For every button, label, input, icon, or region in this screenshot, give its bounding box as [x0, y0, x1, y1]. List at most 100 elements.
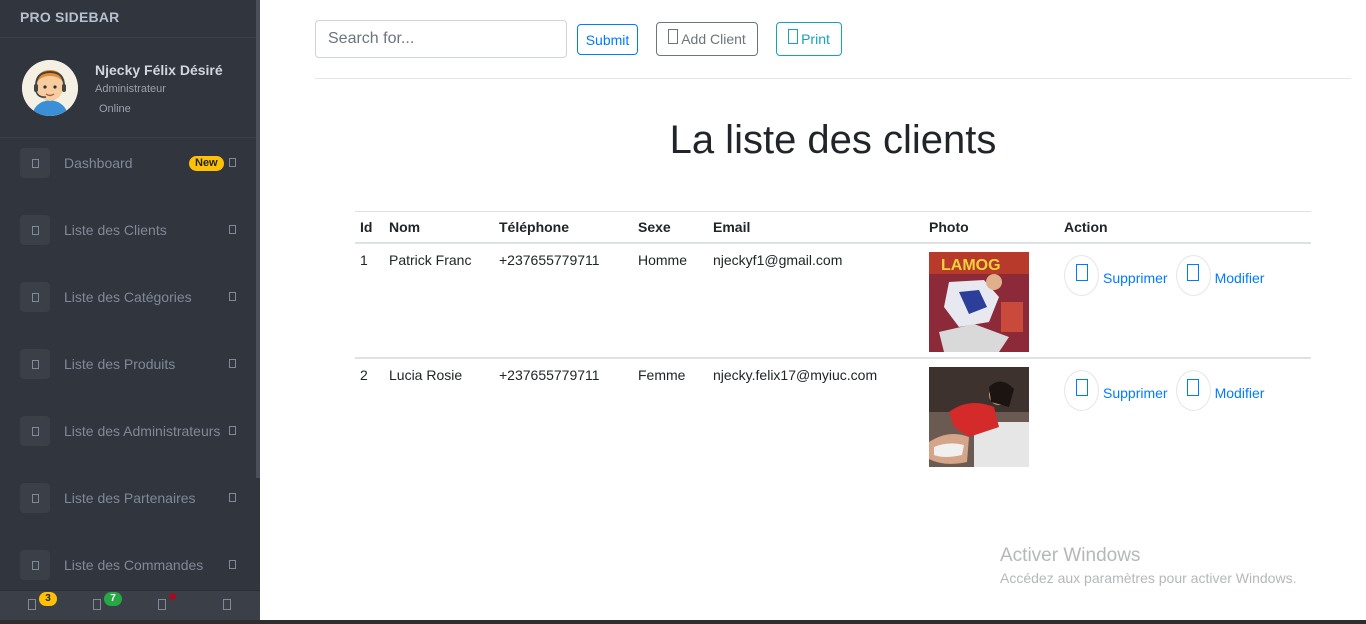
cell-nom: Patrick Franc — [384, 242, 494, 359]
power-icon[interactable] — [223, 599, 231, 610]
cell-email: njecky.felix17@myiuc.com — [713, 366, 878, 383]
gear-icon[interactable] — [158, 599, 166, 610]
trash-icon — [1075, 264, 1088, 281]
delete-link[interactable]: Supprimer — [1103, 385, 1168, 401]
user-profile: Njecky Félix Désiré Administrateur Onlin… — [0, 38, 260, 138]
cell-telephone: +237655779711 — [499, 366, 600, 383]
bell-icon[interactable] — [28, 599, 36, 610]
toolbar-divider — [315, 78, 1351, 79]
column-header-telephone: Téléphone — [494, 211, 633, 244]
delete-icon-button[interactable] — [1064, 369, 1099, 411]
add-client-label: Add Client — [681, 31, 746, 47]
box-icon — [20, 349, 50, 379]
chevron-right-icon — [229, 359, 236, 368]
envelope-icon[interactable] — [93, 599, 101, 610]
edit-icon-button[interactable] — [1175, 369, 1211, 411]
add-client-button[interactable]: Add Client — [656, 22, 758, 56]
submit-button[interactable]: Submit — [577, 24, 638, 55]
page-title: La liste des clients — [669, 118, 997, 162]
sidebar-footer: 3 7 — [0, 590, 260, 620]
cell-telephone: +237655779711 — [494, 242, 633, 359]
print-icon — [788, 29, 799, 44]
app-root: PRO SIDEBAR Njecky Félix Désiré Administ… — [0, 0, 1366, 624]
sidebar-item-label: Liste des Commandes — [64, 557, 204, 573]
chevron-right-icon — [229, 158, 236, 167]
sidebar-item-categories[interactable]: Liste des Catégories — [0, 272, 256, 339]
tags-icon — [20, 282, 50, 312]
column-header-sexe: Sexe — [633, 211, 708, 244]
chevron-right-icon — [229, 493, 236, 502]
cell-actions: Supprimer Modifier — [1059, 358, 1311, 472]
user-status: Online — [99, 103, 131, 115]
cell-photo: LAMOG — [924, 242, 1059, 359]
tachometer-icon — [20, 148, 50, 178]
cell-id: 1 — [355, 242, 384, 359]
cell-sexe: Femme — [638, 366, 686, 383]
messages-badge: 7 — [104, 592, 122, 606]
print-label: Print — [801, 31, 830, 47]
sidebar-item-label: Liste des Clients — [64, 222, 167, 238]
column-header-id: Id — [355, 211, 384, 244]
user-plus-icon — [668, 29, 679, 44]
edit-icon — [1187, 379, 1200, 396]
client-photo — [929, 366, 1029, 467]
cell-nom: Lucia Rosie — [389, 366, 463, 383]
user-shield-icon — [20, 416, 50, 446]
trash-icon — [1075, 379, 1088, 396]
sidebar-item-produits[interactable]: Liste des Produits — [0, 339, 256, 406]
sidebar-menu: Dashboard New Liste des Clients Liste de… — [0, 138, 256, 607]
sidebar: PRO SIDEBAR Njecky Félix Désiré Administ… — [0, 0, 260, 620]
search-input[interactable] — [315, 20, 567, 58]
windows-activation-subtitle: Accédez aux paramètres pour activer Wind… — [1000, 570, 1297, 586]
bottom-edge — [0, 620, 1366, 624]
cell-email: njeckyf1@gmail.com — [708, 242, 924, 359]
sidebar-item-label: Liste des Catégories — [64, 289, 192, 305]
edit-link[interactable]: Modifier — [1215, 385, 1265, 401]
sidebar-item-clients[interactable]: Liste des Clients — [0, 205, 256, 272]
delete-link[interactable]: Supprimer — [1103, 270, 1168, 286]
chevron-right-icon — [229, 560, 236, 569]
chevron-right-icon — [229, 426, 236, 435]
table-header-row: Id Nom Téléphone Sexe Email Photo Action — [355, 211, 1311, 244]
edit-icon — [1187, 264, 1200, 281]
edit-icon-button[interactable] — [1175, 254, 1211, 296]
sidebar-item-dashboard[interactable]: Dashboard New — [0, 138, 256, 205]
avatar — [22, 60, 78, 116]
cell-id: 2 — [360, 366, 368, 383]
notifications-badge: 3 — [39, 592, 57, 606]
sidebar-item-label: Liste des Administrateurs — [64, 423, 221, 439]
clients-table: Id Nom Téléphone Sexe Email Photo Action… — [355, 211, 1311, 472]
edit-link[interactable]: Modifier — [1215, 270, 1265, 286]
shopping-cart-icon — [20, 550, 50, 580]
cell-sexe: Homme — [633, 242, 708, 359]
column-header-action: Action — [1059, 211, 1311, 244]
column-header-photo: Photo — [924, 211, 1059, 244]
sidebar-item-label: Liste des Produits — [64, 356, 176, 372]
table-row: 2 Lucia Rosie +237655779711 Femme njecky… — [355, 358, 1311, 472]
svg-text:LAMOG: LAMOG — [941, 257, 1001, 274]
users-icon — [20, 215, 50, 245]
sidebar-brand[interactable]: PRO SIDEBAR — [0, 0, 260, 38]
print-button[interactable]: Print — [776, 22, 842, 56]
cell-actions: Supprimer Modifier — [1059, 242, 1311, 359]
new-badge: New — [189, 156, 224, 171]
table-row: 1 Patrick Franc +237655779711 Homme njec… — [355, 242, 1311, 359]
user-role: Administrateur — [95, 83, 166, 95]
sidebar-item-administrateurs[interactable]: Liste des Administrateurs — [0, 406, 256, 473]
chevron-right-icon — [229, 225, 236, 234]
client-photo: LAMOG — [929, 251, 1029, 352]
avatar-illustration — [22, 60, 78, 116]
user-name: Njecky Félix Désiré — [95, 62, 223, 78]
sidebar-item-label: Liste des Partenaires — [64, 490, 196, 506]
column-header-nom: Nom — [384, 211, 494, 244]
delete-icon-button[interactable] — [1064, 254, 1099, 296]
chevron-right-icon — [229, 292, 236, 301]
submit-label: Submit — [585, 31, 630, 48]
handshake-icon — [20, 483, 50, 513]
column-header-email: Email — [708, 211, 924, 244]
sidebar-item-partenaires[interactable]: Liste des Partenaires — [0, 473, 256, 540]
sidebar-scrollbar[interactable] — [256, 0, 260, 478]
settings-status-dot — [169, 593, 176, 600]
sidebar-item-label: Dashboard — [64, 155, 133, 171]
windows-activation-title: Activer Windows — [1000, 545, 1141, 566]
